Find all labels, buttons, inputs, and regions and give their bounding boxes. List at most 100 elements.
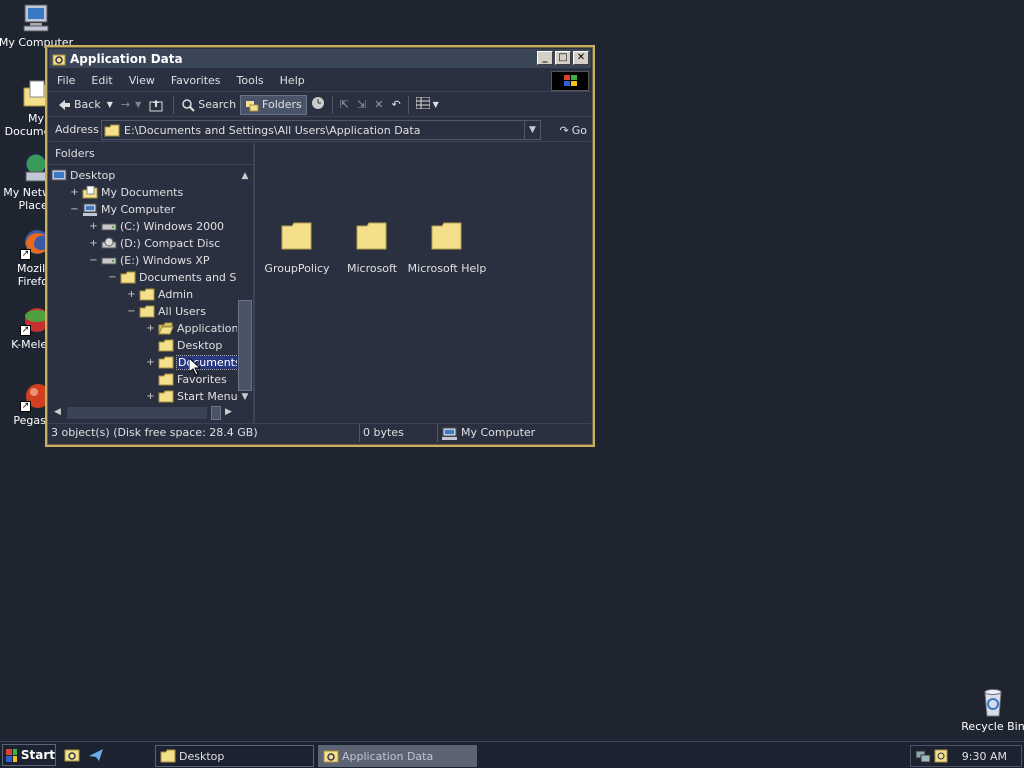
explorer-quicklaunch-icon[interactable]: [64, 747, 80, 763]
back-button[interactable]: Back ▼: [53, 95, 117, 115]
address-input[interactable]: E:\Documents and Settings\All Users\Appl…: [101, 120, 541, 140]
scroll-left-button[interactable]: ◀: [54, 407, 61, 417]
monitor-tray-icon[interactable]: [934, 749, 948, 763]
status-size: 0 bytes: [360, 424, 438, 442]
send-quicklaunch-icon[interactable]: [88, 747, 104, 763]
collapse-icon[interactable]: −: [127, 306, 136, 317]
scroll-thumb[interactable]: [238, 300, 252, 391]
toolbar: Back ▼ → ▼ Search Folders ⇱ ⇲ ✕ ↶ ▼: [49, 93, 591, 117]
folder-icon: [158, 373, 177, 386]
minimize-button[interactable]: _: [537, 51, 553, 65]
tree-horizontal-scrollbar[interactable]: ◀ ▶: [51, 405, 237, 421]
tree-node[interactable]: + Admin: [127, 286, 193, 303]
address-dropdown-button[interactable]: ▼: [524, 121, 540, 139]
menu-view[interactable]: View: [121, 74, 163, 87]
taskbar-button-label: Application Data: [342, 749, 434, 763]
tree-node[interactable]: − Documents and Settings: [108, 269, 237, 286]
tree-node[interactable]: + (D:) Compact Disc: [89, 235, 220, 252]
quick-launch: [64, 747, 104, 763]
expand-icon[interactable]: +: [146, 391, 155, 402]
tree-node[interactable]: + (C:) Windows 2000: [89, 218, 224, 235]
tree-node-label: (D:) Compact Disc: [120, 237, 221, 250]
folder-search-icon: [323, 750, 339, 763]
folders-button[interactable]: Folders: [240, 94, 307, 115]
desktop-icon-my-computer[interactable]: My Computer: [0, 2, 74, 49]
scroll-thumb[interactable]: [211, 406, 221, 420]
taskbar-button-desktop[interactable]: Desktop: [155, 745, 314, 767]
menu-help[interactable]: Help: [272, 74, 313, 87]
taskbar-button-application-data[interactable]: Application Data: [318, 745, 477, 767]
history-button[interactable]: [307, 95, 329, 115]
menu-file[interactable]: File: [49, 74, 83, 87]
collapse-icon[interactable]: −: [70, 204, 79, 215]
explorer-window: Application Data _ □ ✕ File Edit View Fa…: [45, 45, 595, 447]
search-label: Search: [198, 98, 237, 111]
status-objects: 3 object(s) (Disk free space: 28.4 GB): [49, 424, 360, 442]
menu-favorites[interactable]: Favorites: [163, 74, 229, 87]
go-arrow-icon: ↷: [559, 123, 569, 137]
copy-to-button[interactable]: ⇲: [353, 95, 370, 115]
folder-icon: [139, 305, 158, 318]
go-button[interactable]: ↷ Go: [560, 120, 587, 140]
folder-icon: [158, 390, 177, 403]
scroll-down-button[interactable]: ▼: [237, 389, 253, 405]
delete-button[interactable]: ✕: [370, 95, 387, 115]
tree-node-label: Admin: [158, 288, 194, 301]
desktop-icon-recycle-bin[interactable]: Recycle Bin: [955, 686, 1024, 733]
tree-node[interactable]: − My Computer: [70, 201, 175, 218]
desktop-icon-label: Recycle Bin: [961, 720, 1024, 733]
tree-node-label: Desktop: [70, 169, 116, 182]
tree-node[interactable]: + Start Menu: [146, 388, 237, 405]
tree-node-label: Application Data: [177, 322, 237, 335]
tree-node[interactable]: − (E:) Windows XP: [89, 252, 209, 269]
tree-node[interactable]: Favorites: [146, 371, 227, 388]
folder-item-label: Microsoft Help: [407, 262, 487, 275]
recycle-bin-icon: [977, 686, 1009, 718]
folder-item[interactable]: GroupPolicy: [262, 221, 332, 275]
expand-icon[interactable]: +: [146, 323, 155, 334]
undo-button[interactable]: ↶: [387, 95, 404, 115]
tree-vertical-scrollbar[interactable]: ▲ ▼: [237, 168, 253, 405]
menu-tools[interactable]: Tools: [229, 74, 272, 87]
expand-icon[interactable]: +: [127, 289, 136, 300]
move-to-button[interactable]: ⇱: [336, 95, 353, 115]
history-icon: [311, 96, 325, 113]
tree-node[interactable]: − All Users: [127, 303, 206, 320]
forward-button[interactable]: → ▼: [117, 95, 145, 115]
search-button[interactable]: Search: [177, 95, 240, 115]
start-button[interactable]: Start: [2, 744, 56, 766]
views-button[interactable]: ▼: [412, 95, 443, 115]
clock[interactable]: 9:30 AM: [962, 750, 1007, 763]
scroll-up-button[interactable]: ▲: [237, 168, 253, 184]
tree-node[interactable]: + My Documents: [70, 184, 183, 201]
chevron-down-icon[interactable]: ▼: [107, 100, 113, 109]
network-tray-icon[interactable]: [915, 749, 931, 763]
maximize-button[interactable]: □: [555, 51, 571, 65]
collapse-icon[interactable]: −: [89, 255, 98, 266]
collapse-icon[interactable]: −: [108, 272, 117, 283]
tree-node[interactable]: Desktop: [51, 168, 115, 184]
address-value: E:\Documents and Settings\All Users\Appl…: [124, 123, 421, 137]
folder-item[interactable]: Microsoft: [337, 221, 407, 275]
close-button[interactable]: ✕: [573, 51, 589, 65]
tree-node-label: Start Menu: [177, 390, 237, 403]
tree-node[interactable]: Desktop: [146, 337, 222, 354]
windows-logo-icon: [551, 71, 589, 91]
mouse-cursor-icon: [189, 358, 201, 376]
expand-icon[interactable]: +: [146, 357, 155, 368]
menu-edit[interactable]: Edit: [83, 74, 120, 87]
scroll-right-button[interactable]: ▶: [225, 407, 232, 417]
expand-icon[interactable]: +: [70, 187, 79, 198]
move-to-icon: ⇱: [339, 98, 349, 111]
status-zone: My Computer: [438, 424, 588, 442]
folder-item[interactable]: Microsoft Help: [404, 221, 490, 275]
chevron-down-icon[interactable]: ▼: [135, 100, 141, 109]
up-folder-button[interactable]: [145, 95, 170, 115]
expand-icon[interactable]: +: [89, 238, 98, 249]
tree-node[interactable]: + Application Data: [146, 320, 237, 337]
folder-icon: [158, 339, 177, 352]
title-bar[interactable]: Application Data _ □ ✕: [49, 49, 591, 68]
shortcut-arrow-icon: ↗: [20, 325, 31, 336]
expand-icon[interactable]: +: [89, 221, 98, 232]
taskbar: Start Desktop Application Data 9:30 AM: [0, 741, 1024, 768]
